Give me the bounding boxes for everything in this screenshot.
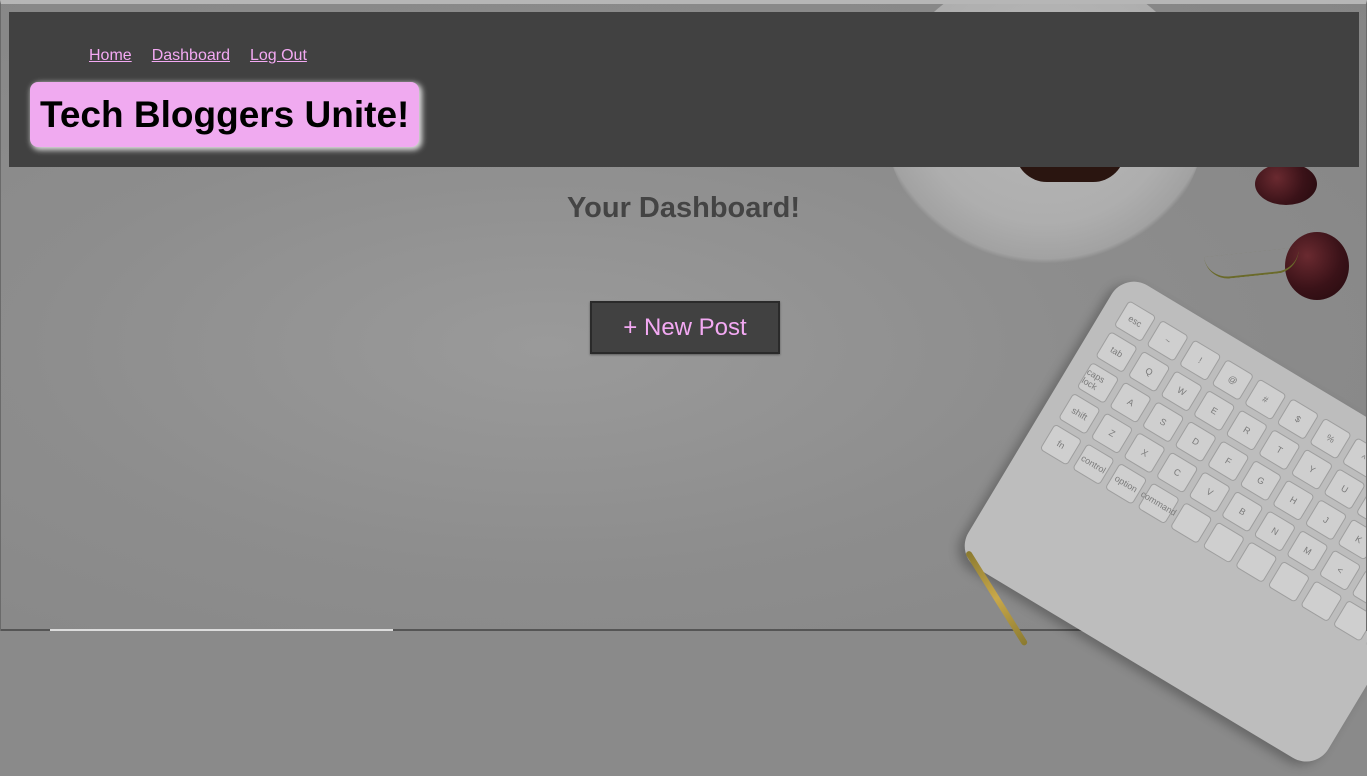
site-title: Tech Bloggers Unite! — [40, 94, 410, 135]
main-nav: Home Dashboard Log Out — [89, 47, 307, 65]
keyboard-key — [1332, 599, 1367, 642]
keyboard-key — [1267, 560, 1311, 603]
nav-link-dashboard[interactable]: Dashboard — [152, 47, 230, 65]
keyboard-key: fn — [1039, 423, 1083, 466]
keyboard-key — [1300, 580, 1343, 623]
keyboard-key — [1234, 540, 1278, 584]
keyboard-key: control — [1072, 443, 1115, 486]
keyboard-key: command — [1137, 482, 1181, 525]
brand-badge: Tech Bloggers Unite! — [30, 82, 420, 147]
page-title: Your Dashboard! — [566, 192, 801, 224]
nav-link-logout[interactable]: Log Out — [250, 47, 307, 65]
keyboard-key — [1202, 521, 1246, 564]
site-header: Home Dashboard Log Out Tech Bloggers Uni… — [9, 12, 1359, 167]
new-post-button[interactable]: + New Post — [590, 301, 780, 354]
nav-link-home[interactable]: Home — [89, 47, 132, 65]
cherry-decoration — [1285, 232, 1349, 300]
